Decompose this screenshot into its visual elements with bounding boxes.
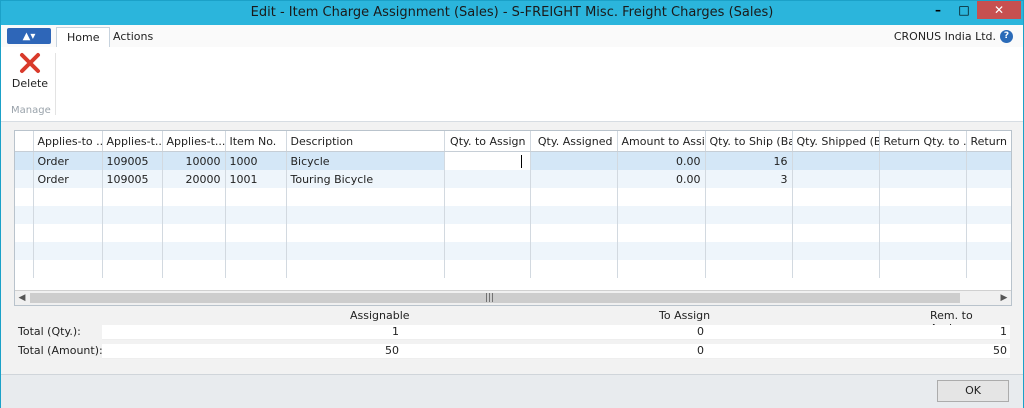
ribbon: Delete Manage — [1, 47, 1023, 122]
column-header[interactable]: Qty. Shipped (B... — [792, 131, 880, 152]
table-cell: Touring Bicycle — [286, 170, 445, 188]
total-amount-rem: 50 — [993, 344, 1007, 357]
delete-x-icon — [20, 53, 40, 73]
to-assign-header: To Assign — [659, 309, 711, 322]
header-row: Applies-to ... Applies-t... Applies-t...… — [15, 131, 1011, 152]
ribbon-tab-bar: ▲▾ Home Actions CRONUS India Ltd. ? — [1, 25, 1023, 48]
total-qty-to-assign: 0 — [697, 325, 704, 338]
column-header[interactable]: Return Qty. to ... — [879, 131, 967, 152]
tab-actions[interactable]: Actions — [103, 27, 163, 47]
scroll-right-icon[interactable]: ▶ — [997, 291, 1011, 305]
table-cell: 1001 — [225, 170, 287, 188]
empty-row[interactable] — [15, 224, 1011, 242]
column-header[interactable]: Qty. to Ship (Ba... — [705, 131, 793, 152]
dialog-window: Edit - Item Charge Assignment (Sales) - … — [0, 0, 1024, 408]
total-qty-assignable: 1 — [392, 325, 399, 338]
table-cell: 16 — [705, 151, 793, 170]
table-cell: 1000 — [225, 151, 287, 170]
minimize-icon[interactable]: – — [925, 1, 951, 19]
qty-to-assign-input[interactable] — [444, 151, 531, 170]
column-header[interactable]: Applies-to ... — [33, 131, 103, 152]
empty-row[interactable] — [15, 206, 1011, 224]
column-header[interactable]: Amount to Assi... — [617, 131, 706, 152]
scroll-left-icon[interactable]: ◀ — [15, 291, 29, 305]
totals-row-background — [102, 344, 1010, 359]
help-icon[interactable]: ? — [1000, 30, 1013, 43]
table-cell: 20000 — [162, 170, 226, 188]
total-qty-label: Total (Qty.): — [18, 325, 81, 338]
table-cell — [792, 170, 880, 188]
column-header[interactable]: Item No. — [225, 131, 287, 152]
table-cell — [879, 170, 967, 188]
title-bar: Edit - Item Charge Assignment (Sales) - … — [1, 1, 1023, 25]
window-title: Edit - Item Charge Assignment (Sales) - … — [250, 5, 774, 20]
total-amount-to-assign: 0 — [697, 344, 704, 357]
total-amount-label: Total (Amount): — [18, 344, 103, 357]
empty-row[interactable] — [15, 188, 1011, 206]
empty-row[interactable] — [15, 242, 1011, 260]
table-cell: Order — [33, 170, 103, 188]
table-cell: 0.00 — [617, 170, 706, 188]
total-qty-rem: 1 — [1000, 325, 1007, 338]
table-cell: 109005 — [102, 170, 163, 188]
table-cell — [444, 170, 531, 188]
column-header[interactable]: Applies-t... — [162, 131, 226, 152]
total-amount-assignable: 50 — [385, 344, 399, 357]
ok-button[interactable]: OK — [937, 380, 1009, 402]
empty-row[interactable] — [15, 260, 1011, 278]
table-row[interactable]: Order 109005 20000 1001 Touring Bicycle … — [15, 170, 1011, 188]
table-cell: 109005 — [102, 151, 163, 170]
ribbon-separator — [55, 53, 56, 115]
table-cell — [530, 170, 618, 188]
column-header[interactable]: Qty. Assigned — [530, 131, 618, 152]
row-selector[interactable] — [15, 170, 34, 188]
column-header[interactable]: Return Q — [966, 131, 1011, 152]
group-label-manage: Manage — [11, 105, 51, 116]
column-header[interactable]: Applies-t... — [102, 131, 163, 152]
maximize-icon[interactable]: □ — [951, 1, 977, 19]
table-cell — [530, 151, 618, 170]
horizontal-scrollbar[interactable]: ◀ ||| ▶ — [15, 290, 1011, 305]
table-cell — [966, 151, 1011, 170]
company-name: CRONUS India Ltd. — [893, 30, 996, 43]
scrollbar-grip-icon: ||| — [485, 293, 495, 303]
table-cell: 0.00 — [617, 151, 706, 170]
table-cell: 10000 — [162, 151, 226, 170]
table-cell: Order — [33, 151, 103, 170]
application-menu-button[interactable]: ▲▾ — [7, 28, 51, 44]
table-cell: Bicycle — [286, 151, 445, 170]
column-header[interactable]: Description — [286, 131, 445, 152]
assignable-header: Assignable — [350, 309, 410, 322]
table-row[interactable]: Order 109005 10000 1000 Bicycle 0.00 16 — [15, 151, 1011, 170]
dialog-footer: OK — [1, 374, 1023, 408]
table-cell — [792, 151, 880, 170]
close-icon[interactable]: ✕ — [977, 1, 1021, 19]
assignment-grid[interactable]: Applies-to ... Applies-t... Applies-t...… — [14, 130, 1012, 306]
delete-button[interactable]: Delete — [10, 51, 50, 90]
scrollbar-thumb[interactable] — [30, 293, 960, 303]
table-cell — [966, 170, 1011, 188]
row-selector[interactable] — [15, 151, 34, 170]
delete-label: Delete — [11, 77, 49, 90]
row-selector-header — [15, 131, 34, 152]
totals-row-background — [102, 325, 1010, 340]
table-cell: 3 — [705, 170, 793, 188]
column-header[interactable]: Qty. to Assign — [444, 131, 531, 152]
table-cell — [879, 151, 967, 170]
